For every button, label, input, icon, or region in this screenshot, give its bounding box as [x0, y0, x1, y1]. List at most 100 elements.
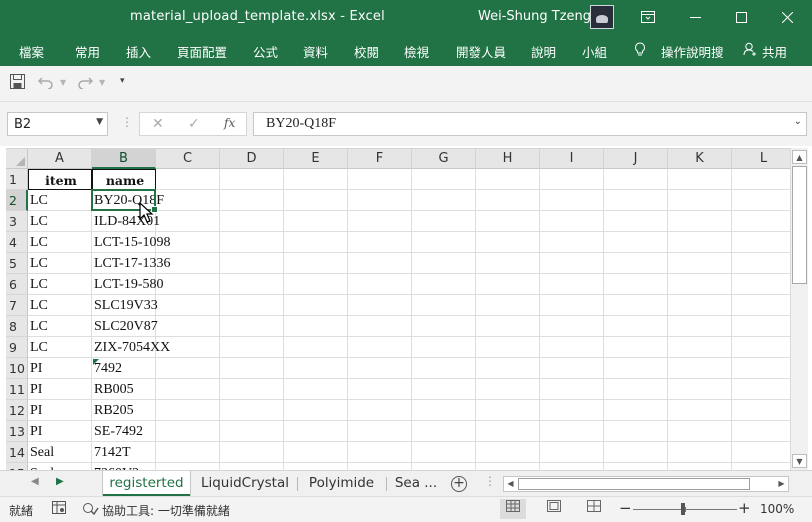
row-header[interactable]: 15 [6, 463, 28, 470]
column-header-j[interactable]: J [604, 149, 668, 169]
scroll-down-icon[interactable]: ▼ [792, 454, 807, 468]
cell-j2[interactable] [604, 190, 668, 211]
expand-formula-bar-icon[interactable]: ⌄ [794, 116, 802, 127]
cell-k14[interactable] [668, 442, 732, 463]
row-header[interactable]: 11 [6, 379, 28, 400]
cell-d8[interactable] [220, 316, 284, 337]
tab-split-handle-icon[interactable]: ⋮ [484, 474, 496, 488]
tab-view[interactable]: 檢視 [404, 42, 429, 61]
cell-a3[interactable]: LC [28, 211, 92, 232]
macro-record-icon[interactable] [52, 501, 66, 517]
cell-i8[interactable] [540, 316, 604, 337]
cell-j10[interactable] [604, 358, 668, 379]
tab-formulas[interactable]: 公式 [253, 42, 278, 61]
cell-a11[interactable]: PI [28, 379, 92, 400]
cell-k7[interactable] [668, 295, 732, 316]
cell-k9[interactable] [668, 337, 732, 358]
cell-i3[interactable] [540, 211, 604, 232]
normal-view-icon[interactable] [500, 499, 526, 519]
vertical-scrollbar[interactable]: ▲ ▼ [790, 148, 808, 470]
cell-j5[interactable] [604, 253, 668, 274]
vertical-scroll-thumb[interactable] [792, 166, 807, 284]
cell-c4[interactable] [156, 232, 220, 253]
cell-h12[interactable] [476, 400, 540, 421]
cell-d5[interactable] [220, 253, 284, 274]
cell-k5[interactable] [668, 253, 732, 274]
next-sheet-icon[interactable]: ▶ [56, 476, 64, 487]
cell-i14[interactable] [540, 442, 604, 463]
cell-e3[interactable] [284, 211, 348, 232]
cell-f8[interactable] [348, 316, 412, 337]
cell-k3[interactable] [668, 211, 732, 232]
cell-i4[interactable] [540, 232, 604, 253]
minimize-icon[interactable] [672, 0, 718, 34]
tab-help[interactable]: 說明 [531, 42, 556, 61]
cell-j8[interactable] [604, 316, 668, 337]
row-header[interactable]: 8 [6, 316, 28, 337]
zoom-level[interactable]: 100% [760, 502, 794, 516]
close-icon[interactable] [764, 0, 810, 34]
save-icon[interactable] [10, 74, 25, 93]
cell-e12[interactable] [284, 400, 348, 421]
cell-e2[interactable] [284, 190, 348, 211]
customize-toolbar-icon[interactable]: ▾ [120, 76, 125, 86]
cell-d3[interactable] [220, 211, 284, 232]
scroll-right-icon[interactable]: ▶ [775, 478, 788, 490]
cell-c15[interactable] [156, 463, 220, 470]
cell-l15[interactable] [732, 463, 790, 470]
cell-j3[interactable] [604, 211, 668, 232]
cell-c11[interactable] [156, 379, 220, 400]
zoom-out-button[interactable]: − [619, 499, 632, 517]
cell-b1[interactable]: name [92, 169, 156, 190]
cell-i10[interactable] [540, 358, 604, 379]
cell-e15[interactable] [284, 463, 348, 470]
cell-l3[interactable] [732, 211, 790, 232]
cell-d13[interactable] [220, 421, 284, 442]
cell-i5[interactable] [540, 253, 604, 274]
cell-i13[interactable] [540, 421, 604, 442]
cell-b14[interactable]: 7142T [92, 442, 156, 463]
cell-f11[interactable] [348, 379, 412, 400]
cell-d14[interactable] [220, 442, 284, 463]
cell-l7[interactable] [732, 295, 790, 316]
name-box[interactable]: B2 ▼ [7, 112, 108, 136]
ribbon-display-options-icon[interactable] [625, 0, 671, 34]
cell-c9[interactable] [156, 337, 220, 358]
page-layout-view-icon[interactable] [541, 499, 567, 519]
cell-b4[interactable]: LCT-15-1098 [92, 232, 170, 253]
cell-a8[interactable]: LC [28, 316, 92, 337]
undo-icon[interactable] [37, 74, 54, 93]
row-header[interactable]: 6 [6, 274, 28, 295]
cell-l6[interactable] [732, 274, 790, 295]
cell-g10[interactable] [412, 358, 476, 379]
cell-d4[interactable] [220, 232, 284, 253]
cell-g14[interactable] [412, 442, 476, 463]
redo-icon[interactable] [77, 74, 94, 93]
cell-e1[interactable] [284, 169, 348, 190]
cell-l10[interactable] [732, 358, 790, 379]
cell-h4[interactable] [476, 232, 540, 253]
cell-d7[interactable] [220, 295, 284, 316]
scroll-left-icon[interactable]: ◀ [504, 478, 517, 490]
cell-k4[interactable] [668, 232, 732, 253]
column-header-i[interactable]: I [540, 149, 604, 169]
cell-b7[interactable]: SLC19V33 [92, 295, 158, 316]
cell-d6[interactable] [220, 274, 284, 295]
cell-j4[interactable] [604, 232, 668, 253]
cell-e8[interactable] [284, 316, 348, 337]
cell-c3[interactable] [156, 211, 220, 232]
sheet-tab-liquidcrystal[interactable]: LiquidCrystal [195, 471, 295, 497]
cell-e6[interactable] [284, 274, 348, 295]
cell-k15[interactable] [668, 463, 732, 470]
select-all-button[interactable] [6, 149, 28, 169]
cell-a13[interactable]: PI [28, 421, 92, 442]
column-header-k[interactable]: K [668, 149, 732, 169]
cell-b13[interactable]: SE-7492 [92, 421, 156, 442]
page-break-preview-icon[interactable] [581, 499, 607, 519]
redo-dropdown-icon[interactable]: ▼ [99, 78, 105, 87]
cell-j13[interactable] [604, 421, 668, 442]
cell-h7[interactable] [476, 295, 540, 316]
cell-c2[interactable] [156, 190, 220, 211]
cell-h5[interactable] [476, 253, 540, 274]
tab-data[interactable]: 資料 [303, 42, 328, 61]
